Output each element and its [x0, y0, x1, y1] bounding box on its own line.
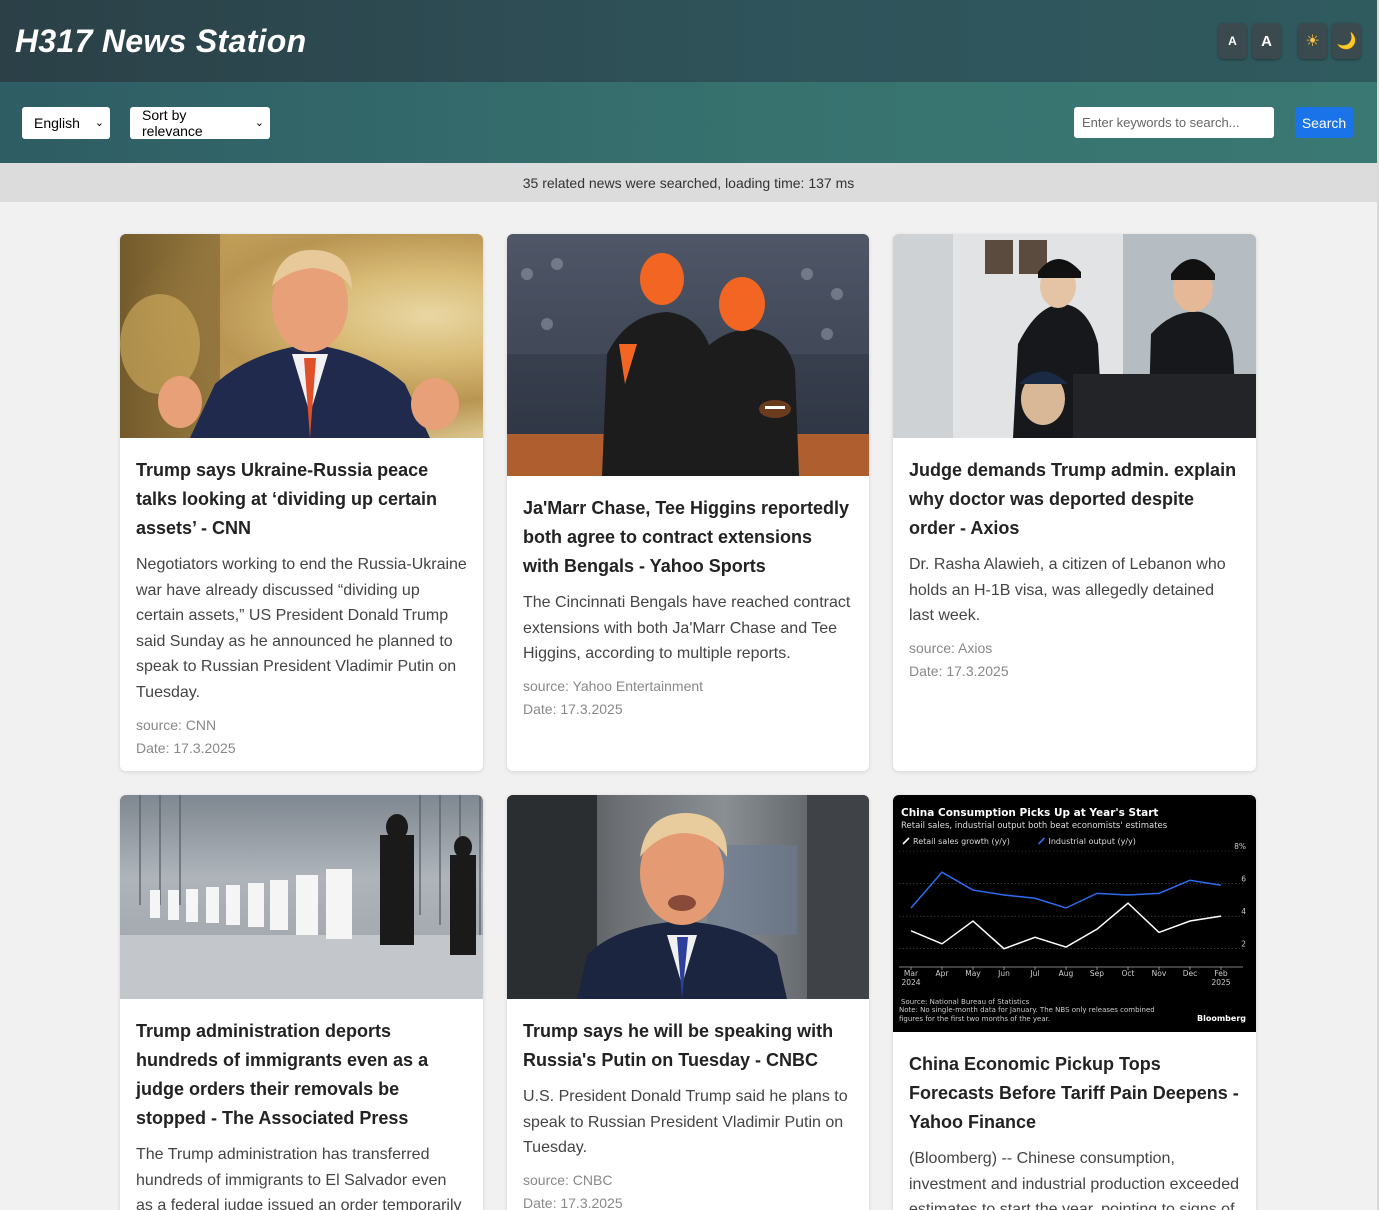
sort-select-value: Sort by relevance	[142, 106, 203, 139]
football-photo-illustration	[507, 234, 869, 476]
article-title[interactable]: Ja'Marr Chase, Tee Higgins reportedly bo…	[523, 494, 853, 581]
news-card[interactable]: Trump says he will be speaking with Russ…	[507, 795, 869, 1210]
results-status-text: 35 related news were searched, loading t…	[522, 174, 855, 191]
article-source: source: Yahoo Entertainment	[523, 677, 704, 694]
chevron-down-icon: ⌄	[254, 117, 264, 129]
filter-toolbar: English ⌄ Sort by relevance ⌄ Search	[0, 82, 1377, 163]
y-tick-label: 2	[1241, 940, 1246, 949]
site-title: H317 News Station	[15, 22, 307, 59]
legend-label: Retail sales growth (y/y)	[913, 837, 1010, 846]
sort-select[interactable]: Sort by relevance ⌄	[130, 106, 270, 139]
chevron-down-icon: ⌄	[94, 117, 104, 129]
language-select[interactable]: English ⌄	[22, 106, 110, 139]
legend-label: Industrial output (y/y)	[1049, 837, 1136, 846]
article-description: (Bloomberg) -- Chinese consumption, inve…	[909, 1150, 1239, 1210]
article-description: The Trump administration has transferred…	[136, 1146, 462, 1210]
decrease-font-button[interactable]: A	[1218, 23, 1247, 59]
x-tick-label: Feb	[1214, 969, 1228, 978]
x-tick-label: May	[965, 969, 981, 978]
news-card[interactable]: Trump administration deports hundreds of…	[120, 795, 483, 1210]
x-tick-year-label: 2024	[901, 978, 920, 987]
chart-brand: Bloomberg	[1197, 1014, 1246, 1023]
article-description: Dr. Rasha Alawieh, a citizen of Lebanon …	[909, 556, 1226, 625]
y-tick-label: 4	[1241, 907, 1246, 916]
article-title[interactable]: Trump administration deports hundreds of…	[136, 1017, 467, 1133]
news-card[interactable]: Trump says Ukraine-Russia peace talks lo…	[120, 234, 483, 771]
chart-title: China Consumption Picks Up at Year's Sta…	[901, 807, 1158, 819]
increase-font-button[interactable]: A	[1252, 23, 1281, 59]
x-tick-label: Oct	[1122, 969, 1135, 978]
article-title[interactable]: Trump says he will be speaking with Russ…	[523, 1017, 853, 1075]
chart-source: Source: National Bureau of Statistics	[901, 998, 1030, 1006]
legend-swatch	[902, 837, 910, 845]
news-grid: Trump says Ukraine-Russia peace talks lo…	[120, 234, 1256, 1210]
results-status-bar: 35 related news were searched, loading t…	[0, 163, 1377, 202]
x-tick-label: Apr	[936, 969, 950, 978]
article-source: source: CNBC	[523, 1171, 613, 1188]
prison-photo-illustration	[120, 795, 483, 999]
cbp-photo-illustration	[893, 234, 1256, 438]
x-tick-label: Nov	[1152, 969, 1167, 978]
x-tick-label: Sep	[1090, 969, 1104, 978]
legend-swatch	[1037, 837, 1046, 845]
article-date: Date: 17.3.2025	[136, 739, 236, 756]
sun-icon: ☀	[1305, 33, 1320, 50]
news-card[interactable]: Ja'Marr Chase, Tee Higgins reportedly bo…	[507, 234, 869, 771]
article-date: Date: 17.3.2025	[523, 1194, 623, 1210]
x-tick-label: Mar	[904, 969, 919, 978]
x-tick-label: Jul	[1029, 969, 1039, 978]
article-image	[507, 795, 869, 999]
news-card[interactable]: Judge demands Trump admin. explain why d…	[893, 234, 1256, 771]
x-tick-label: Dec	[1183, 969, 1198, 978]
article-title[interactable]: Trump says Ukraine-Russia peace talks lo…	[136, 456, 467, 543]
x-tick-year-label: 2025	[1211, 978, 1230, 987]
trump-photo-illustration	[507, 795, 869, 999]
chart-note: Note: No single-month data for January. …	[899, 1006, 1155, 1023]
header-tools: A A ☀ 🌙	[1213, 23, 1361, 59]
series-line	[910, 902, 1222, 950]
article-date: Date: 17.3.2025	[523, 700, 623, 717]
x-tick-label: Aug	[1059, 969, 1074, 978]
light-theme-button[interactable]: ☀	[1298, 23, 1327, 59]
language-select-value: English	[34, 114, 80, 131]
chart-subtitle: Retail sales, industrial output both bea…	[901, 821, 1168, 831]
article-chart-image: China Consumption Picks Up at Year's Sta…	[893, 795, 1256, 1032]
article-description: Negotiators working to end the Russia-Uk…	[136, 556, 467, 701]
chart-x-axis: Mar2024 Apr May Jun Jul Aug Sep Oct Nov Dec Feb202…	[901, 967, 1231, 987]
article-date: Date: 17.3.2025	[909, 662, 1009, 679]
site-header: H317 News Station A A ☀ 🌙	[0, 0, 1377, 82]
x-tick-label: Jun	[997, 969, 1010, 978]
article-source: source: CNN	[136, 716, 217, 733]
article-image	[120, 795, 483, 999]
line-chart: China Consumption Picks Up at Year's Sta…	[899, 807, 1246, 1023]
article-title[interactable]: China Economic Pickup Tops Forecasts Bef…	[909, 1050, 1240, 1137]
article-title[interactable]: Judge demands Trump admin. explain why d…	[909, 456, 1240, 543]
chart-lines	[910, 871, 1222, 950]
search-button[interactable]: Search	[1295, 107, 1353, 138]
y-tick-label: 6	[1241, 875, 1246, 884]
article-description: U.S. President Donald Trump said he plan…	[523, 1088, 848, 1157]
trump-photo-illustration	[120, 234, 459, 438]
y-tick-label: 8%	[1234, 842, 1246, 851]
article-source: source: Axios	[909, 639, 993, 656]
article-image	[507, 234, 869, 476]
chart-legend: Retail sales growth (y/y) Industrial outp…	[902, 837, 1136, 846]
search-input[interactable]	[1074, 107, 1274, 138]
news-card[interactable]: China Consumption Picks Up at Year's Sta…	[893, 795, 1256, 1210]
dark-theme-button[interactable]: 🌙	[1332, 23, 1361, 59]
article-image	[893, 234, 1256, 438]
series-line	[910, 871, 1222, 909]
article-image	[120, 234, 483, 438]
moon-icon: 🌙	[1336, 33, 1357, 50]
article-description: The Cincinnati Bengals have reached cont…	[523, 594, 851, 663]
